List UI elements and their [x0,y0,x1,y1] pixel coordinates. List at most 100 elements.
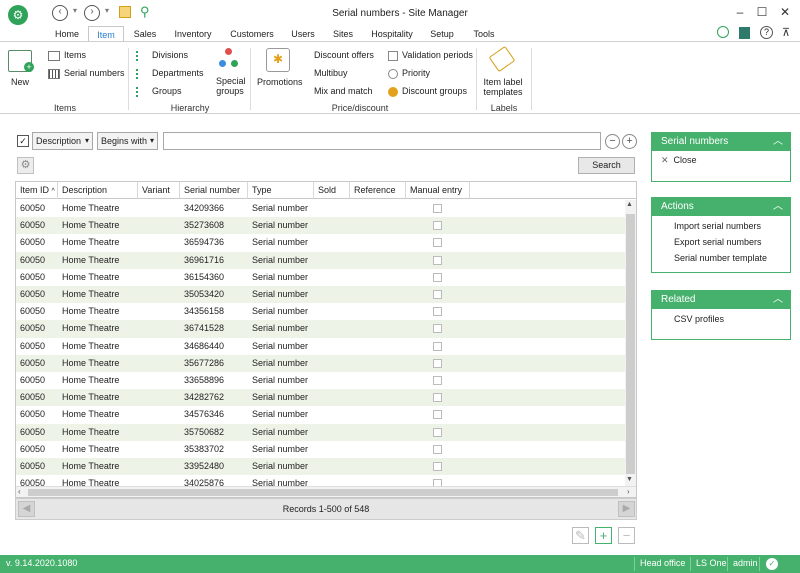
tab-setup[interactable]: Setup [426,26,458,42]
manual-entry-checkbox[interactable] [433,462,442,471]
delete-button[interactable]: − [618,527,635,544]
table-row[interactable]: 60050 Home Theatre 34209366 Serial number [16,200,625,217]
close-window-button[interactable]: ✕ [775,4,795,20]
table-row[interactable]: 60050 Home Theatre 36741528 Serial number [16,320,625,338]
column-header-description[interactable]: Description [58,182,138,199]
close-link[interactable]: ✕ Close [661,155,697,166]
table-row[interactable]: 60050 Home Theatre 34025876 Serial number [16,475,625,486]
pin-icon[interactable]: ⊼ [782,26,790,39]
column-header-variant[interactable]: Variant [138,182,180,199]
manual-entry-checkbox[interactable] [433,444,442,454]
tab-sales[interactable]: Sales [128,26,162,42]
tab-home[interactable]: Home [50,26,84,42]
table-row[interactable]: 60050 Home Theatre 34282762 Serial number [16,389,625,407]
remove-filter-button[interactable]: − [605,134,620,149]
column-header-serial-number[interactable]: Serial number [180,182,248,199]
groups-button[interactable]: Groups [136,86,182,97]
manual-entry-checkbox[interactable] [433,238,442,248]
tab-sites[interactable]: Sites [328,26,358,42]
vertical-scrollbar[interactable]: ▲ ▼ [625,200,636,486]
column-header-type[interactable]: Type [248,182,314,199]
special-groups-button[interactable]: Special groups [216,76,246,96]
vertical-scroll-thumb[interactable] [626,214,635,474]
manual-entry-checkbox[interactable] [433,204,442,213]
filter-enable-checkbox[interactable]: ✓ [17,135,29,147]
manual-entry-checkbox[interactable] [433,393,442,403]
table-row[interactable]: 60050 Home Theatre 34356158 Serial number [16,303,625,320]
table-row[interactable]: 60050 Home Theatre 36154360 Serial number [16,269,625,286]
manual-entry-checkbox[interactable] [433,290,442,299]
discount-offers-button[interactable]: Discount offers [314,50,374,60]
csv-profiles-link[interactable]: CSV profiles [674,314,724,324]
discount-groups-button[interactable]: Discount groups [388,86,467,97]
multibuy-button[interactable]: Multibuy [314,68,348,78]
panel-header[interactable]: Related ︿ [652,291,790,309]
items-button[interactable]: Items [48,50,86,61]
help-icon[interactable]: ? [760,26,773,39]
table-row[interactable]: 60050 Home Theatre 35383702 Serial number [16,441,625,458]
manual-entry-checkbox[interactable] [433,221,442,231]
dashboard-icon[interactable] [739,27,750,39]
priority-button[interactable]: Priority [388,68,430,79]
tab-tools[interactable]: Tools [468,26,500,42]
minimize-button[interactable]: – [730,4,750,20]
validation-periods-button[interactable]: Validation periods [388,50,473,61]
add-button[interactable]: + [595,527,612,544]
manual-entry-checkbox[interactable] [433,255,442,265]
table-row[interactable]: 60050 Home Theatre 35677286 Serial number [16,354,625,372]
manual-entry-checkbox[interactable] [433,410,442,420]
column-header-reference[interactable]: Reference [350,182,406,199]
new-button[interactable]: New [11,77,29,87]
serial-number-template-link[interactable]: Serial number template [674,253,767,263]
scroll-left-icon[interactable]: ‹ [18,487,21,496]
panel-header[interactable]: Actions ︿ [652,198,790,216]
search-button[interactable]: Search [578,157,635,174]
collapse-icon[interactable]: ︿ [773,133,783,151]
settings-gear-icon[interactable]: ⚙ [17,157,34,174]
collapse-icon[interactable]: ︿ [773,291,783,309]
manual-entry-checkbox[interactable] [433,272,442,282]
tab-inventory[interactable]: Inventory [168,26,218,42]
item-label-templates-button[interactable]: Item label templates [480,77,526,97]
horizontal-scrollbar[interactable]: ‹ › [16,486,636,497]
tab-customers[interactable]: Customers [226,26,278,42]
column-header-manual-entry[interactable]: Manual entry [406,182,470,199]
next-page-button[interactable]: ▶ [618,501,635,517]
manual-entry-checkbox[interactable] [433,341,442,351]
horizontal-scroll-thumb[interactable] [28,489,618,496]
export-serial-numbers-link[interactable]: Export serial numbers [674,237,762,247]
column-header-sold[interactable]: Sold [314,182,350,199]
scroll-down-icon[interactable]: ▼ [626,476,633,483]
table-row[interactable]: 60050 Home Theatre 35750682 Serial number [16,423,625,441]
manual-entry-checkbox[interactable] [433,427,442,437]
table-row[interactable]: 60050 Home Theatre 36961716 Serial number [16,251,625,269]
filter-value-input[interactable] [163,132,601,150]
refresh-icon[interactable] [717,26,729,38]
serial-numbers-button[interactable]: Serial numbers [48,68,125,79]
promotions-button[interactable]: Promotions [257,77,303,87]
tab-hospitality[interactable]: Hospitality [366,26,418,42]
manual-entry-checkbox[interactable] [433,479,442,486]
edit-button[interactable]: ✎ [572,527,589,544]
table-row[interactable]: 60050 Home Theatre 36594736 Serial number [16,234,625,251]
filter-operator-select[interactable]: Begins with ▾ [97,132,158,150]
divisions-button[interactable]: Divisions [136,50,188,61]
table-row[interactable]: 60050 Home Theatre 34686440 Serial number [16,338,625,355]
panel-header[interactable]: Serial numbers ︿ [652,133,790,151]
table-row[interactable]: 60050 Home Theatre 35053420 Serial number [16,286,625,304]
maximize-button[interactable]: ☐ [752,4,772,20]
manual-entry-checkbox[interactable] [433,307,442,317]
mix-and-match-button[interactable]: Mix and match [314,86,373,96]
manual-entry-checkbox[interactable] [433,358,442,368]
table-row[interactable]: 60050 Home Theatre 33658896 Serial number [16,372,625,389]
column-header-item-id[interactable]: Item ID ^ [16,182,58,199]
tab-item[interactable]: Item [88,26,124,42]
table-row[interactable]: 60050 Home Theatre 34576346 Serial number [16,406,625,423]
import-serial-numbers-link[interactable]: Import serial numbers [674,221,761,231]
filter-field-select[interactable]: Description ▾ [32,132,93,150]
table-row[interactable]: 60050 Home Theatre 33952480 Serial number [16,458,625,476]
collapse-icon[interactable]: ︿ [773,198,783,216]
scroll-up-icon[interactable]: ▲ [626,201,633,208]
tab-users[interactable]: Users [286,26,320,42]
manual-entry-checkbox[interactable] [433,324,442,334]
